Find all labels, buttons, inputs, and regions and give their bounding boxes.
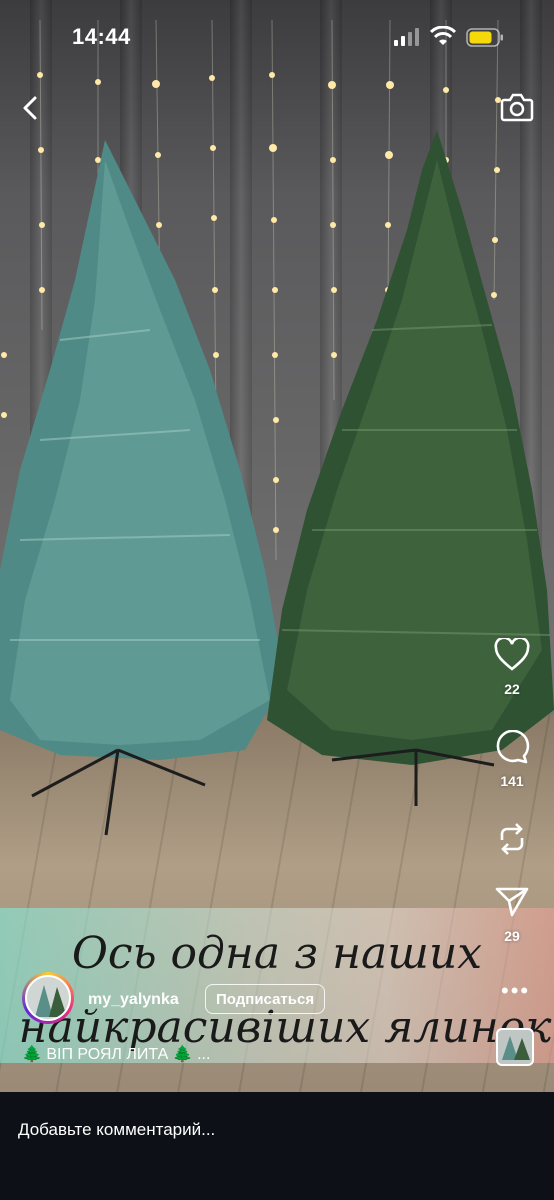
share-count: 29 xyxy=(504,928,520,944)
caption-line-1: Ось одна з наших xyxy=(71,928,483,979)
remix-action[interactable] xyxy=(482,820,542,863)
comment-bubble-icon[interactable] xyxy=(494,729,530,764)
audio-thumbnail-image xyxy=(502,1036,530,1060)
comment-input[interactable]: Добавьте комментарий... xyxy=(18,1120,215,1140)
chevron-left-icon[interactable] xyxy=(20,95,42,121)
green-christmas-tree xyxy=(267,130,554,806)
username[interactable]: my_yalynka xyxy=(88,991,179,1009)
cellular-signal-icon xyxy=(394,28,419,46)
like-action[interactable]: 22 xyxy=(482,636,542,697)
repost-icon[interactable] xyxy=(494,820,530,858)
wifi-icon xyxy=(430,26,456,45)
follow-button[interactable]: Подписаться xyxy=(205,984,326,1014)
avatar-tree-image xyxy=(35,985,67,1017)
comment-count: 141 xyxy=(500,773,524,789)
comment-bar xyxy=(0,1092,554,1200)
camera-icon[interactable] xyxy=(500,92,534,122)
share-action[interactable]: 29 xyxy=(482,885,542,944)
ellipsis-icon[interactable]: ••• xyxy=(501,978,530,1004)
audio-thumbnail[interactable] xyxy=(496,1028,534,1066)
comment-action[interactable]: 141 xyxy=(482,729,542,789)
heart-icon[interactable] xyxy=(494,636,530,672)
battery-icon xyxy=(466,28,503,47)
audio-label[interactable]: 🌲 ВІП РОЯЛ ЛИТА 🌲 ... xyxy=(22,1044,210,1064)
status-bar: 14:44 xyxy=(0,0,554,74)
paper-plane-icon[interactable] xyxy=(494,885,530,919)
blue-christmas-tree xyxy=(0,140,285,836)
avatar[interactable] xyxy=(22,972,74,1024)
like-count: 22 xyxy=(504,681,520,697)
status-time: 14:44 xyxy=(72,24,131,49)
